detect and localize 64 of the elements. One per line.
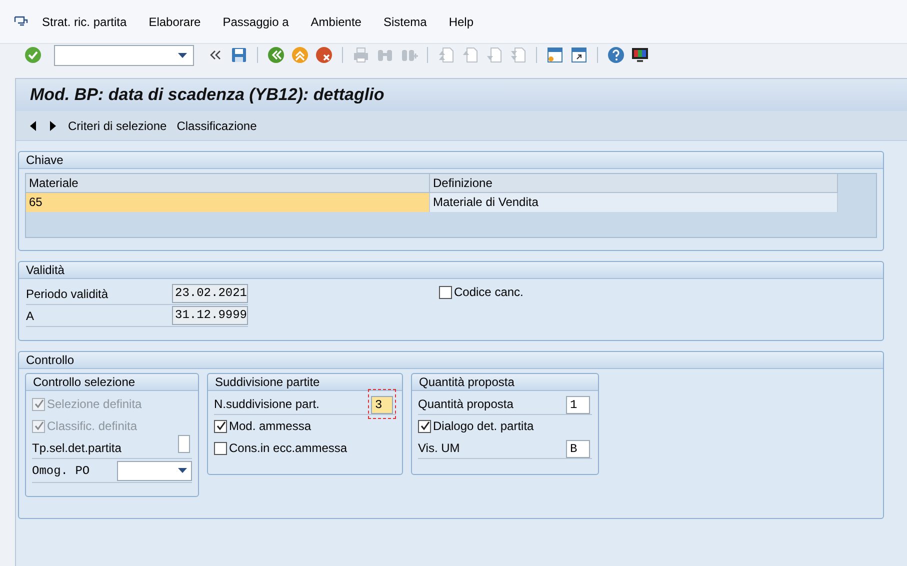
field-label: A <box>26 308 34 324</box>
checkbox[interactable] <box>439 286 452 299</box>
group-title: Controllo <box>19 352 883 369</box>
date-field[interactable]: 23.02.2021 <box>172 284 248 303</box>
menu-icon[interactable] <box>14 16 28 28</box>
cancel-icon[interactable] <box>315 46 333 64</box>
input-field[interactable]: 3 <box>371 396 393 414</box>
input-field[interactable] <box>178 434 190 452</box>
help-icon[interactable] <box>607 46 625 64</box>
checkbox-label: Codice canc. <box>454 286 524 299</box>
group-title: Chiave <box>19 152 883 169</box>
back-icon[interactable] <box>267 46 285 64</box>
field-label: Tp.sel.det.partita <box>32 440 122 456</box>
checkmark-icon <box>216 421 226 431</box>
checkmark-icon <box>420 421 430 431</box>
toolbar-button[interactable]: Classificazione <box>176 116 257 134</box>
toolbar-button[interactable]: Criteri di selezione <box>68 116 167 134</box>
field-label: N.suddivisione part. <box>214 396 320 412</box>
field-label: Vis. UM <box>418 440 460 456</box>
right-arrow-icon[interactable] <box>50 120 56 130</box>
checkmark-icon <box>34 399 44 409</box>
menu-item[interactable]: Help <box>448 12 474 30</box>
column-header: Definizione <box>430 174 838 192</box>
checkbox-label: Dialogo det. partita <box>433 418 534 435</box>
left-arrow-icon[interactable] <box>30 120 36 130</box>
column-header: Materiale <box>26 174 430 192</box>
group-title: Suddivisione partite <box>208 374 402 391</box>
checkbox-label: Mod. ammessa <box>229 418 312 435</box>
date-field[interactable]: 31.12.9999 <box>172 306 248 325</box>
screen-title: Mod. BP: data di scadenza (YB12): dettaglio <box>30 84 384 106</box>
checkbox[interactable] <box>214 442 227 454</box>
table-cell: 65 <box>26 193 430 212</box>
menu-item[interactable]: Passaggio a <box>222 12 289 30</box>
table-cell: Materiale di Vendita <box>430 193 838 212</box>
command-field[interactable] <box>54 44 194 66</box>
caret-icon <box>178 52 187 58</box>
field-label: Quantità proposta <box>418 396 514 412</box>
checkbox[interactable] <box>214 420 227 432</box>
menu-item[interactable]: Elaborare <box>148 12 201 30</box>
new-window-icon[interactable] <box>546 46 564 64</box>
field-label: Periodo validità <box>26 286 108 302</box>
save-icon[interactable] <box>230 46 248 64</box>
menu-item[interactable]: Sistema <box>383 12 427 30</box>
field-label: Omog. PO <box>32 462 90 480</box>
checkbox-label: Classific. definita <box>47 418 138 435</box>
shortcut-icon[interactable] <box>570 46 588 64</box>
focus-frame[interactable]: 3 <box>368 388 396 418</box>
checkmark-icon <box>34 421 44 431</box>
input-field[interactable]: B <box>566 440 590 458</box>
monitor-icon[interactable] <box>631 46 649 64</box>
checkbox-label: Cons.in ecc.ammessa <box>229 440 348 457</box>
dropdown-field[interactable] <box>117 460 192 480</box>
caret-icon <box>178 468 187 473</box>
menu-item[interactable]: Strat. ric. partita <box>42 12 127 30</box>
group-title: Controllo selezione <box>26 374 198 391</box>
checkbox[interactable] <box>418 420 431 432</box>
enter-check-icon[interactable] <box>24 46 42 64</box>
checkbox-label: Selezione definita <box>47 396 142 413</box>
exit-icon[interactable] <box>291 46 309 64</box>
table-row[interactable]: 65 Materiale di Vendita <box>26 193 838 212</box>
group-title: Quantità proposta <box>412 374 598 391</box>
menu-item[interactable]: Ambiente <box>310 12 362 30</box>
input-field[interactable]: 1 <box>566 396 590 414</box>
group-title: Validità <box>19 262 883 279</box>
